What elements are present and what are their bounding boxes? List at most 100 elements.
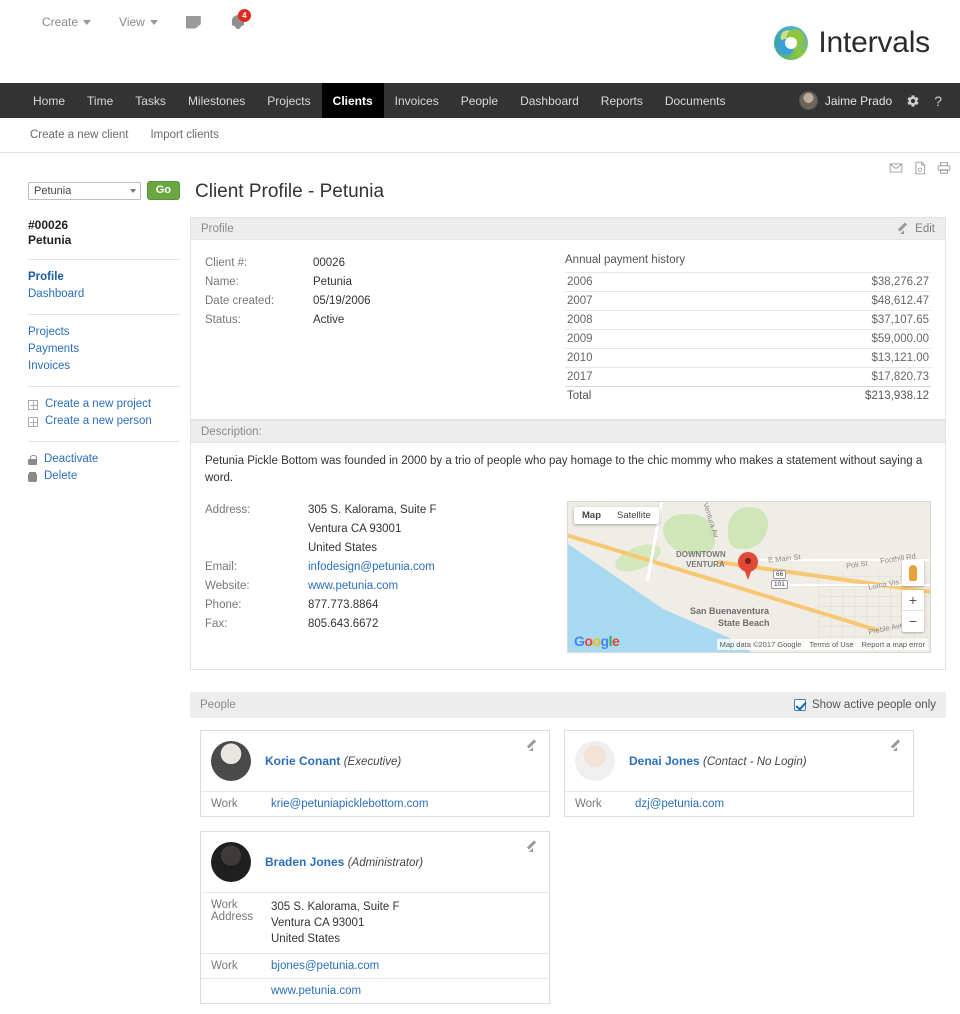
person-website-row: www.petunia.com — [201, 978, 549, 1003]
contact-type-label: Work Address — [211, 899, 271, 947]
profile-field-row: Name: Petunia — [205, 273, 560, 292]
sidebar-item-projects[interactable]: Projects — [28, 324, 180, 341]
create-new-project-label[interactable]: Create a new project — [45, 396, 151, 413]
email-link[interactable]: infodesign@petunia.com — [308, 558, 435, 577]
edit-person-icon[interactable] — [528, 740, 539, 751]
location-map[interactable]: Map Satellite DOWNTOWN VENTURA N Ventura… — [567, 501, 931, 653]
brand-name: Intervals — [818, 26, 930, 60]
profile-field-row: Client #: 00026 — [205, 254, 560, 273]
person-contact-row: Work krie@petuniapicklebottom.com — [201, 791, 549, 816]
notifications-button[interactable]: 4 — [215, 6, 263, 38]
view-menu[interactable]: View — [105, 9, 172, 35]
plus-box-icon — [28, 417, 38, 427]
nav-item-projects[interactable]: Projects — [256, 83, 321, 118]
nav-item-reports[interactable]: Reports — [590, 83, 654, 118]
checkbox-icon[interactable] — [794, 699, 806, 711]
nav-item-clients[interactable]: Clients — [322, 83, 384, 118]
person-name[interactable]: Denai Jones — [629, 754, 700, 768]
map-attribution: Map data ©2017 Google Terms of Use Repor… — [717, 639, 928, 650]
contact-value: United States — [308, 539, 377, 558]
total-label: Total — [567, 390, 591, 402]
person-name[interactable]: Braden Jones — [265, 855, 344, 869]
map-report-link[interactable]: Report a map error — [862, 640, 925, 649]
map-street-e-main: E Main St — [768, 552, 801, 564]
website-link[interactable]: www.petunia.com — [308, 577, 398, 596]
payment-year: 2007 — [567, 295, 593, 307]
contact-row-fax: Fax: 805.643.6672 — [205, 615, 565, 634]
create-new-person-label[interactable]: Create a new person — [45, 413, 152, 430]
edit-person-icon[interactable] — [892, 740, 903, 751]
contact-info: Address: 305 S. Kalorama, Suite F Ventur… — [205, 501, 565, 653]
contact-value: 877.773.8864 — [308, 596, 378, 615]
person-email-link[interactable]: krie@petuniapicklebottom.com — [271, 798, 428, 810]
client-select-value: Petunia — [34, 185, 71, 197]
map-tab[interactable]: Map — [574, 507, 609, 524]
client-select[interactable]: Petunia — [28, 182, 141, 200]
create-new-project-action[interactable]: Create a new project — [28, 396, 180, 413]
edit-profile-button[interactable]: Edit — [899, 223, 935, 235]
satellite-tab[interactable]: Satellite — [609, 507, 659, 524]
create-menu-label: Create — [42, 15, 78, 29]
nav-item-home[interactable]: Home — [22, 83, 76, 118]
profile-panel-title: Profile — [201, 223, 234, 235]
map-data-attribution: Map data ©2017 Google — [720, 640, 802, 649]
bell-icon: 4 — [229, 12, 249, 32]
help-icon[interactable]: ? — [934, 93, 942, 109]
nav-item-documents[interactable]: Documents — [654, 83, 737, 118]
sidebar-group-actions: Create a new project Create a new person — [28, 386, 180, 430]
main-content: Client Profile - Petunia Profile Edit Cl… — [180, 163, 960, 1014]
description-panel-title: Description: — [201, 426, 262, 438]
import-clients-link[interactable]: Import clients — [150, 129, 218, 141]
map-park — [728, 507, 768, 549]
person-name[interactable]: Korie Conant — [265, 754, 340, 768]
deactivate-label[interactable]: Deactivate — [44, 451, 98, 468]
sidebar-item-profile[interactable]: Profile — [28, 269, 180, 286]
delete-action[interactable]: Delete — [28, 468, 180, 485]
description-text: Petunia Pickle Bottom was founded in 200… — [205, 453, 931, 487]
show-active-people-toggle[interactable]: Show active people only — [794, 699, 936, 711]
brand-logo: Intervals — [774, 26, 930, 60]
email-icon[interactable] — [889, 161, 903, 175]
nav-item-time[interactable]: Time — [76, 83, 124, 118]
nav-item-people[interactable]: People — [450, 83, 509, 118]
pdf-icon[interactable] — [913, 161, 927, 175]
notes-button[interactable] — [172, 10, 215, 35]
person-role: (Executive) — [344, 756, 402, 768]
print-icon[interactable] — [937, 161, 951, 175]
nav-item-milestones[interactable]: Milestones — [177, 83, 256, 118]
street-view-pegman[interactable] — [902, 560, 924, 586]
map-terms-link[interactable]: Terms of Use — [809, 640, 853, 649]
field-label: Status: — [205, 311, 313, 330]
gear-icon[interactable] — [906, 94, 920, 108]
person-website-link[interactable]: www.petunia.com — [271, 985, 361, 997]
person-card: Korie Conant (Executive) Work krie@petun… — [200, 730, 550, 817]
deactivate-action[interactable]: Deactivate — [28, 451, 180, 468]
map-type-control[interactable]: Map Satellite — [574, 507, 659, 524]
payment-amount: $38,276.27 — [871, 276, 929, 288]
sidebar-group-danger: Deactivate Delete — [28, 441, 180, 485]
create-new-client-link[interactable]: Create a new client — [30, 129, 128, 141]
sidebar-item-payments[interactable]: Payments — [28, 341, 180, 358]
edit-person-icon[interactable] — [528, 841, 539, 852]
delete-label[interactable]: Delete — [44, 468, 77, 485]
client-switcher: Petunia Go — [28, 181, 180, 200]
sidebar-item-dashboard[interactable]: Dashboard — [28, 286, 180, 303]
nav-item-tasks[interactable]: Tasks — [124, 83, 177, 118]
user-menu[interactable]: Jaime Prado — [799, 91, 892, 110]
person-email-link[interactable]: dzj@petunia.com — [635, 798, 724, 810]
zoom-in-button[interactable]: + — [902, 590, 924, 611]
people-panel-title: People — [200, 699, 236, 711]
nav-item-dashboard[interactable]: Dashboard — [509, 83, 590, 118]
contact-and-map: Address: 305 S. Kalorama, Suite F Ventur… — [205, 501, 931, 653]
sidebar-item-invoices[interactable]: Invoices — [28, 358, 180, 375]
annual-payment-history: Annual payment history 2006 $38,276.27 2… — [560, 254, 931, 405]
payment-year: 2017 — [567, 371, 593, 383]
nav-item-invoices[interactable]: Invoices — [384, 83, 450, 118]
zoom-out-button[interactable]: − — [902, 611, 924, 632]
profile-field-row: Date created: 05/19/2006 — [205, 292, 560, 311]
create-menu[interactable]: Create — [28, 9, 105, 35]
create-new-person-action[interactable]: Create a new person — [28, 413, 180, 430]
person-email-link[interactable]: bjones@petunia.com — [271, 960, 379, 972]
go-button[interactable]: Go — [147, 181, 180, 200]
map-shield-101: 101 — [771, 580, 788, 589]
